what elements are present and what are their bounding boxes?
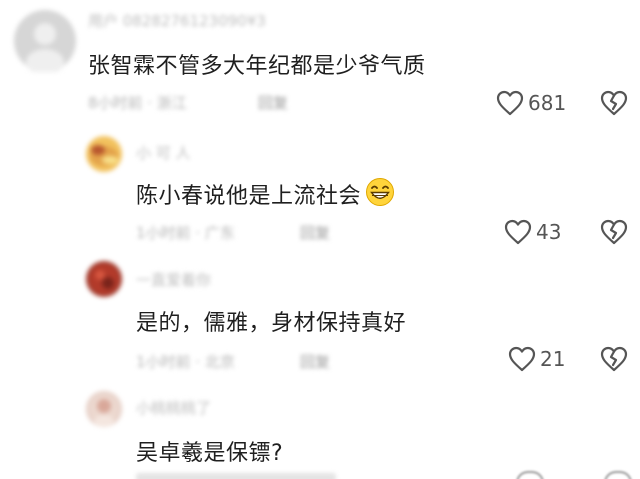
avatar[interactable] bbox=[14, 10, 76, 75]
comments-list: 用户 0828276123090¥3 张智霖不管多大年纪都是少爷气质 8小时前 … bbox=[0, 0, 640, 479]
like-count: 21 bbox=[540, 347, 566, 371]
like-button[interactable]: 681 bbox=[496, 90, 566, 116]
comment-item: 用户 0828276123090¥3 张智霖不管多大年纪都是少爷气质 8小时前 … bbox=[0, 0, 640, 130]
default-avatar-icon bbox=[26, 23, 64, 75]
reply-button[interactable]: 回复 bbox=[300, 351, 330, 372]
comment-meta: 1小时前 · 广东 bbox=[136, 224, 235, 242]
broken-heart-icon bbox=[600, 219, 628, 245]
dislike-button-clipped[interactable] bbox=[604, 471, 632, 479]
avatar[interactable] bbox=[86, 136, 122, 172]
comment-meta-clipped bbox=[136, 473, 336, 479]
grinning-face-emoji bbox=[365, 177, 395, 213]
like-count: 43 bbox=[536, 220, 562, 244]
broken-heart-icon bbox=[600, 90, 628, 116]
broken-heart-icon bbox=[600, 346, 628, 372]
comment-meta: 1小时前 · 北京 bbox=[136, 353, 235, 371]
heart-outline-icon bbox=[504, 219, 532, 245]
like-button[interactable]: 43 bbox=[504, 219, 561, 245]
avatar-image bbox=[89, 394, 119, 427]
comment-username[interactable]: 用户 0828276123090¥3 bbox=[88, 10, 266, 31]
comment-text: 陈小春说他是上流社会 bbox=[136, 178, 395, 215]
heart-outline-icon bbox=[508, 346, 536, 372]
like-count: 681 bbox=[528, 91, 567, 115]
comment-username[interactable]: 小 可 人 bbox=[136, 142, 191, 163]
dislike-button[interactable] bbox=[600, 346, 628, 376]
dislike-button[interactable] bbox=[600, 90, 628, 120]
like-button[interactable]: 21 bbox=[508, 346, 565, 372]
heart-outline-icon bbox=[496, 90, 524, 116]
comment-item: 小桃桃桃了 吴卓羲是保镖? bbox=[0, 383, 640, 479]
comment-username[interactable]: 小桃桃桃了 bbox=[136, 397, 211, 418]
comment-item: 一直爱着你 是的，儒雅，身材保持真好 1小时前 · 北京 回复 21 bbox=[0, 255, 640, 383]
avatar-image bbox=[90, 145, 118, 166]
reply-button[interactable]: 回复 bbox=[300, 222, 330, 243]
avatar[interactable] bbox=[86, 391, 122, 427]
comment-username[interactable]: 一直爱着你 bbox=[136, 269, 211, 290]
comment-text: 吴卓羲是保镖? bbox=[136, 441, 284, 466]
avatar[interactable] bbox=[86, 261, 122, 297]
dislike-button[interactable] bbox=[600, 219, 628, 249]
reply-button[interactable]: 回复 bbox=[258, 92, 288, 113]
comment-meta: 8小时前 · 浙江 bbox=[88, 94, 187, 112]
comment-text: 张智霖不管多大年纪都是少爷气质 bbox=[88, 54, 426, 79]
comment-item: 小 可 人 陈小春说他是上流社会 1小时前 · 广东 回复 43 bbox=[0, 130, 640, 255]
avatar-image bbox=[89, 264, 119, 294]
comment-text: 是的，儒雅，身材保持真好 bbox=[136, 311, 407, 336]
like-button-clipped[interactable] bbox=[516, 471, 544, 479]
